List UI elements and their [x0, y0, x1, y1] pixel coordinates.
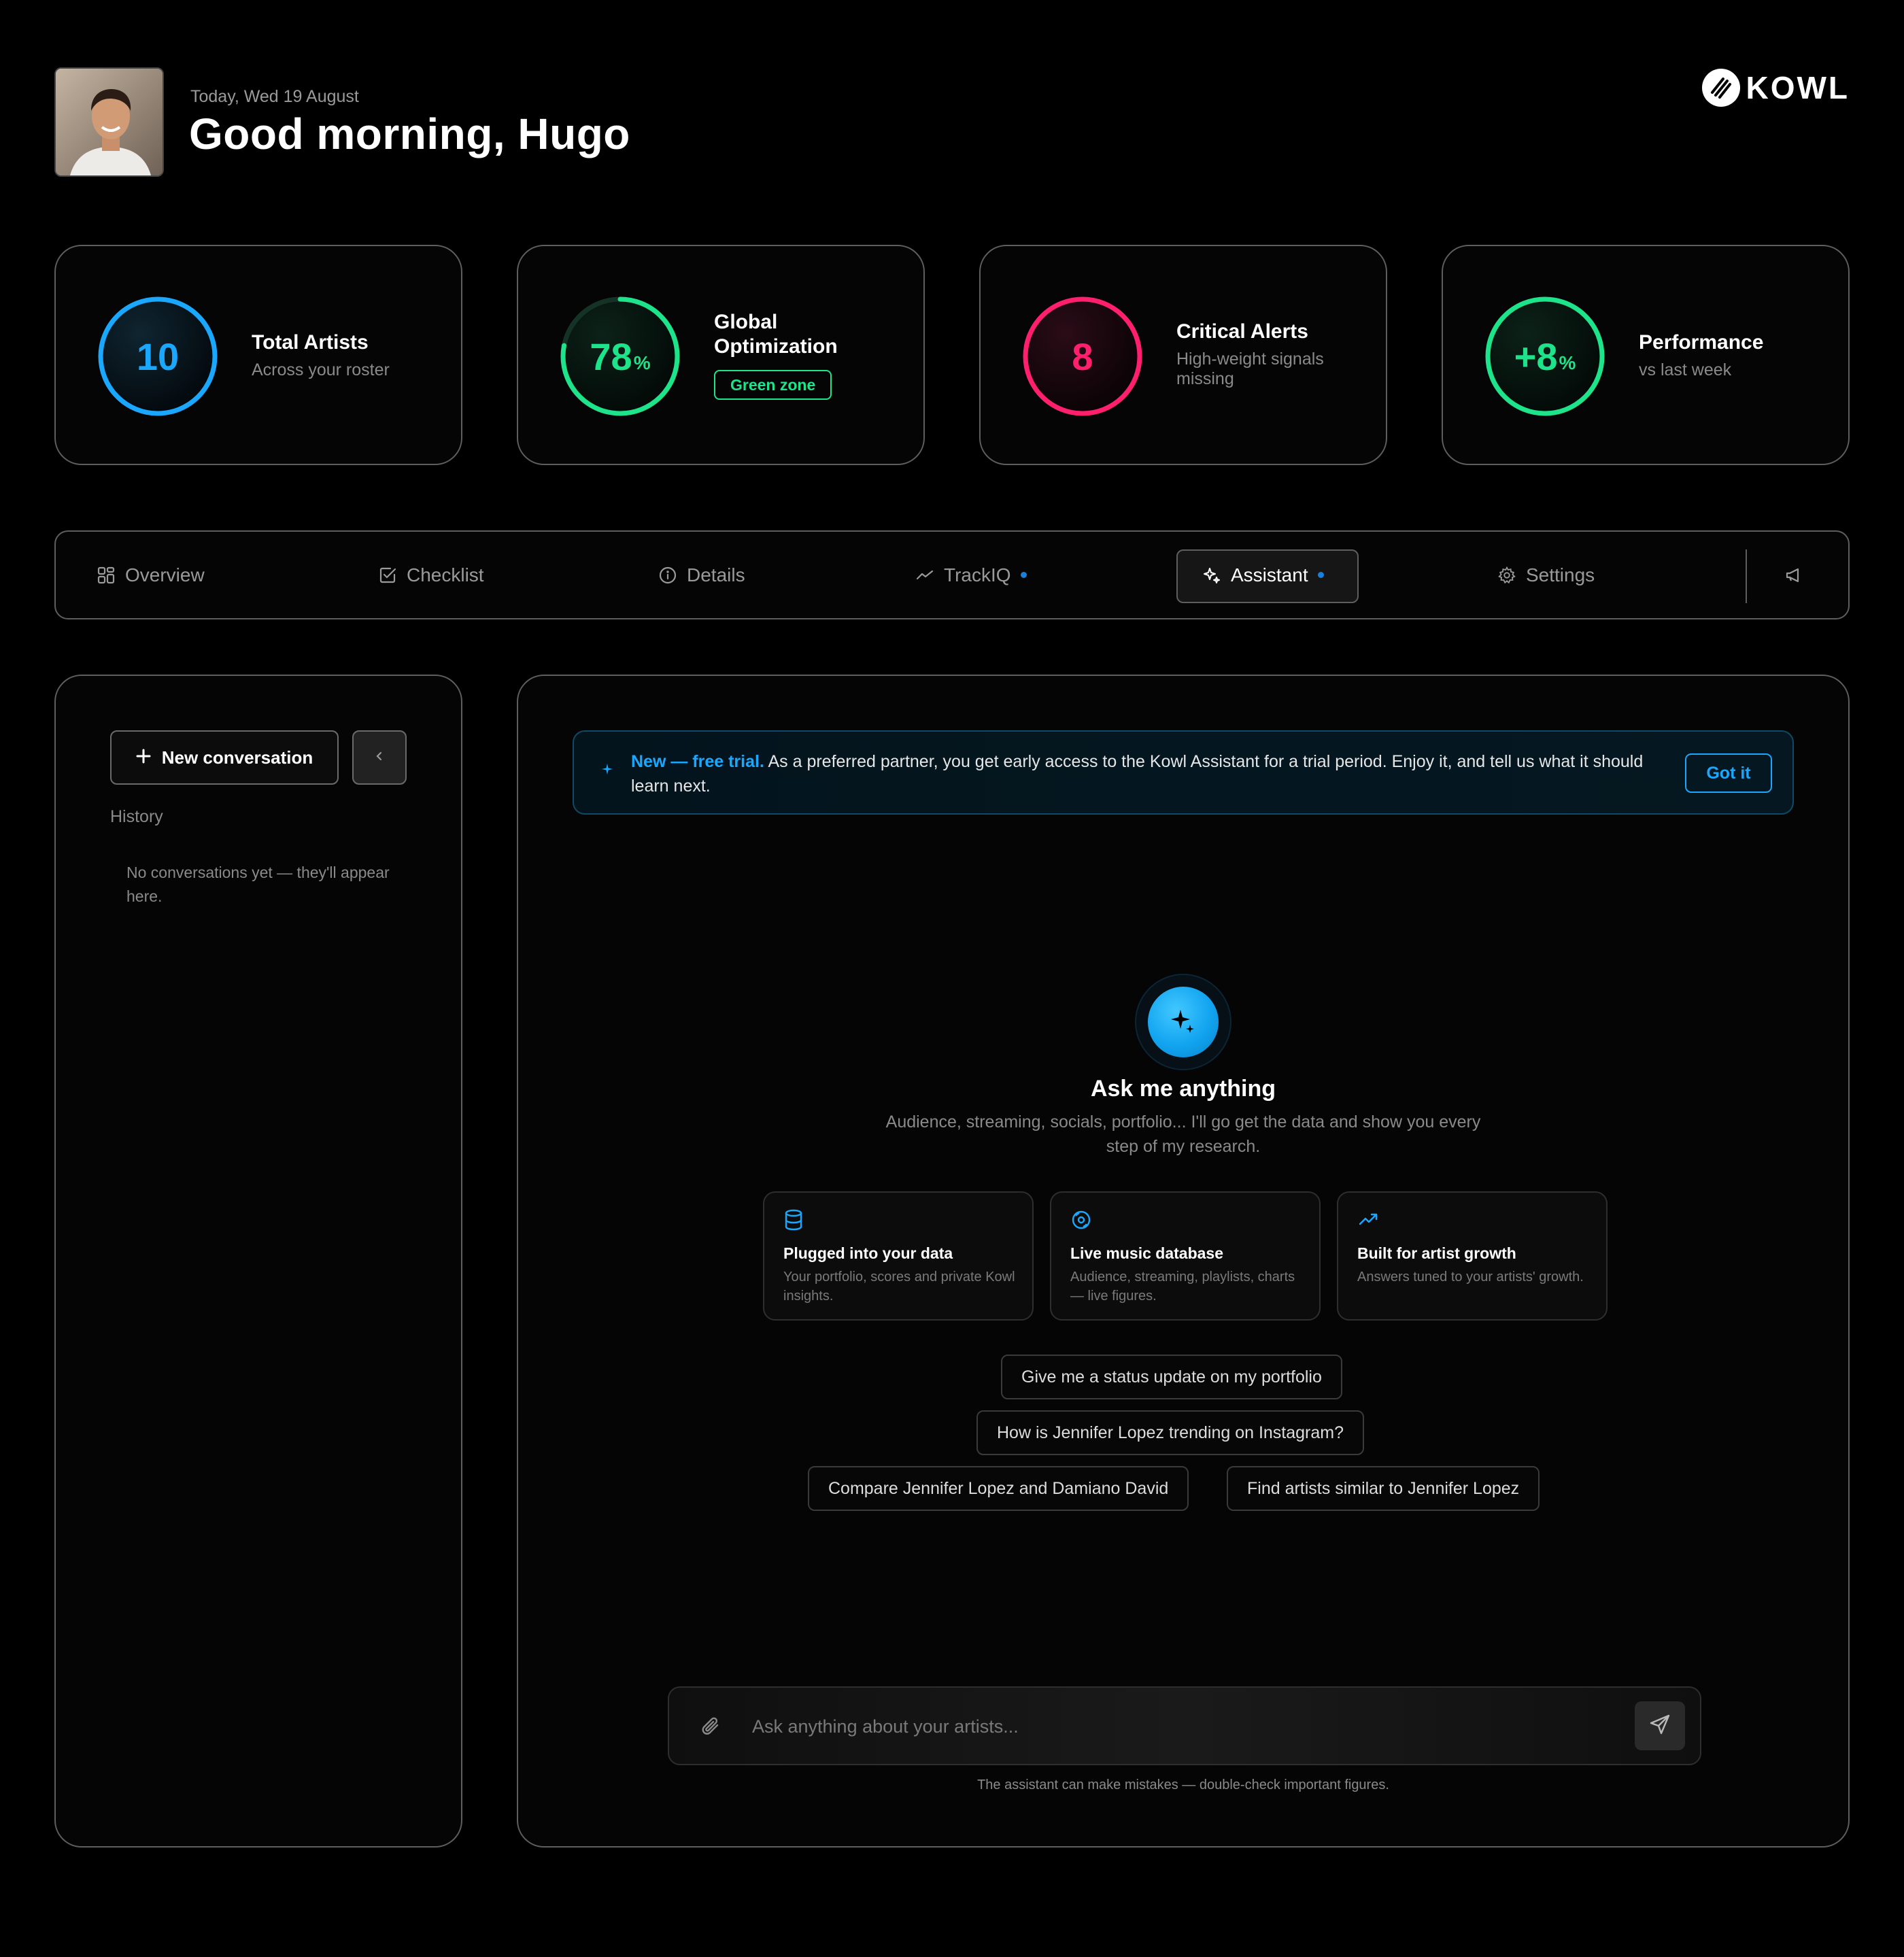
stat-subtitle: vs last week — [1639, 360, 1732, 379]
suggestion-chip[interactable]: How is Jennifer Lopez trending on Instag… — [976, 1410, 1365, 1455]
trial-banner: New — free trial. As a preferred partner… — [573, 730, 1794, 815]
history-heading: History — [110, 807, 163, 826]
assistant-subtitle: Audience, streaming, socials, portfolio.… — [885, 1112, 1481, 1156]
disclaimer-text: The assistant can make mistakes — double… — [977, 1777, 1389, 1792]
tab-details[interactable]: Details — [658, 532, 745, 618]
info-icon — [658, 566, 677, 585]
tab-label: Details — [687, 564, 745, 585]
tab-checklist[interactable]: Checklist — [378, 532, 484, 618]
database-icon — [783, 1209, 804, 1234]
brand-name: KOWL — [1746, 70, 1850, 105]
paperclip-icon[interactable] — [699, 1715, 722, 1741]
nav-bar: Overview Checklist Details TrackIQ Assis… — [54, 530, 1850, 619]
suggestion-chip[interactable]: Give me a status update on my portfolio — [1001, 1355, 1342, 1399]
tab-overview[interactable]: Overview — [97, 532, 205, 618]
stat-card-global-optimization[interactable]: 78% Global Optimization Green zone — [517, 245, 925, 465]
notification-dot — [1317, 572, 1324, 578]
stat-card-total-artists[interactable]: 10 Total Artists Across your roster — [54, 245, 462, 465]
grid-icon — [97, 566, 116, 585]
stat-title: Total Artists — [252, 331, 369, 354]
new-conversation-label: New conversation — [161, 747, 313, 768]
megaphone-icon — [1784, 566, 1803, 585]
checkbox-icon — [378, 566, 397, 585]
tab-label: TrackIQ — [944, 564, 1011, 585]
feature-title: Plugged into your data — [783, 1244, 953, 1262]
stat-card-performance[interactable]: +8% Performance vs last week — [1442, 245, 1850, 465]
stat-value: 78% — [590, 335, 651, 378]
vinyl-icon — [1070, 1209, 1092, 1234]
greeting-title: Good morning, Hugo — [189, 109, 630, 158]
send-icon — [1648, 1713, 1671, 1739]
banner-highlight: New — free trial. — [631, 752, 764, 771]
stat-value: 8 — [1072, 335, 1093, 378]
chevron-left-icon — [373, 750, 386, 766]
collapse-sidebar-button[interactable] — [352, 730, 407, 785]
tab-label: Overview — [125, 564, 205, 585]
message-composer — [668, 1686, 1701, 1765]
tab-label: Checklist — [407, 564, 484, 585]
suggestion-chip[interactable]: Find artists similar to Jennifer Lopez — [1227, 1466, 1540, 1511]
suggestion-chip[interactable]: Compare Jennifer Lopez and Damiano David — [808, 1466, 1189, 1511]
feature-title: Built for artist growth — [1357, 1244, 1516, 1262]
feature-card-database: Live music database Audience, streaming,… — [1050, 1191, 1321, 1321]
banner-text: As a preferred partner, you get early ac… — [631, 752, 1644, 796]
feature-title: Live music database — [1070, 1244, 1223, 1262]
stat-title: Performance — [1639, 331, 1764, 354]
stat-value: +8% — [1514, 335, 1576, 378]
tab-assistant[interactable]: Assistant — [1202, 532, 1324, 618]
feature-card-data: Plugged into your data Your portfolio, s… — [763, 1191, 1034, 1321]
stat-subtitle: Across your roster — [252, 360, 390, 379]
feature-description: Audience, streaming, playlists, charts —… — [1070, 1270, 1295, 1304]
stat-title: Critical Alerts — [1176, 320, 1308, 343]
brand-logo[interactable]: KOWL — [1702, 69, 1850, 107]
tab-trackiq[interactable]: TrackIQ — [915, 532, 1027, 618]
feature-card-growth: Built for artist growth Answers tuned to… — [1337, 1191, 1608, 1321]
date-label: Today, Wed 19 August — [190, 87, 359, 106]
banner-message: New — free trial. As a preferred partner… — [631, 749, 1665, 798]
stat-title: Global Optimization — [714, 311, 838, 358]
feature-description: Answers tuned to your artists' growth. — [1357, 1270, 1584, 1284]
send-button[interactable] — [1635, 1701, 1685, 1750]
stat-subtitle: High-weight signals missing — [1176, 350, 1324, 388]
sparkle-icon — [1202, 566, 1221, 585]
stat-value: 10 — [136, 335, 180, 378]
nav-divider — [1746, 549, 1747, 603]
trend-icon — [915, 566, 934, 585]
empty-history-text: No conversations yet — they'll appear he… — [126, 864, 390, 905]
kowl-logo-icon — [1702, 69, 1741, 107]
avatar-photo — [56, 69, 163, 175]
gear-icon — [1497, 566, 1516, 585]
avatar[interactable] — [54, 67, 164, 177]
announcements-button[interactable] — [1784, 532, 1803, 618]
new-conversation-button[interactable]: New conversation — [110, 730, 339, 785]
assistant-orb — [1135, 974, 1231, 1070]
sparkle-icon — [601, 763, 613, 779]
feature-description: Your portfolio, scores and private Kowl … — [783, 1270, 1015, 1304]
assistant-title: Ask me anything — [1090, 1076, 1276, 1102]
message-input[interactable] — [752, 1708, 1602, 1745]
notification-dot — [1020, 572, 1027, 578]
plus-icon — [136, 747, 151, 768]
stat-card-critical-alerts[interactable]: 8 Critical Alerts High-weight signals mi… — [979, 245, 1387, 465]
growth-icon — [1357, 1209, 1379, 1234]
sparkle-icon — [1148, 987, 1219, 1057]
assistant-panel: New — free trial. As a preferred partner… — [517, 675, 1850, 1848]
tab-label: Settings — [1526, 564, 1595, 585]
tab-label: Assistant — [1231, 564, 1308, 585]
tab-settings[interactable]: Settings — [1497, 532, 1595, 618]
got-it-button[interactable]: Got it — [1685, 753, 1772, 793]
conversation-sidebar: New conversation History No conversation… — [54, 675, 462, 1848]
status-badge: Green zone — [714, 370, 832, 400]
